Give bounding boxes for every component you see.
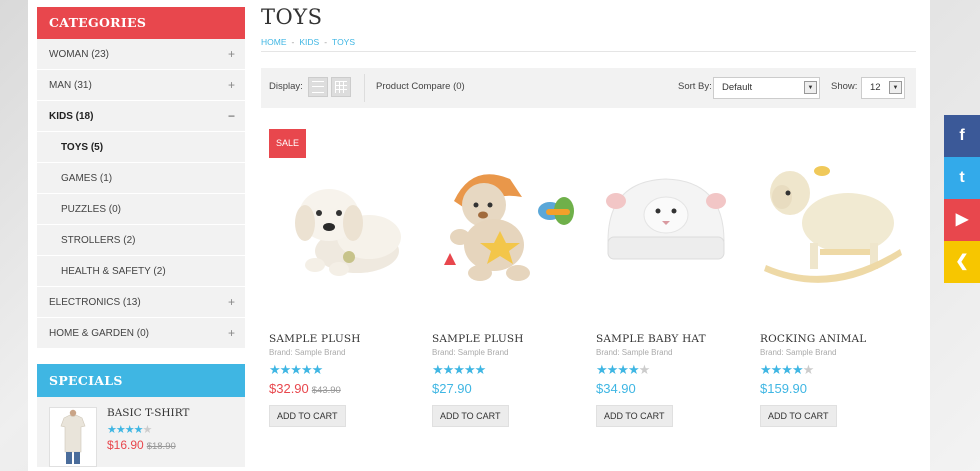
category-woman[interactable]: WOMAN (23) +: [37, 39, 245, 70]
category-label: ELECTRONICS (13): [49, 297, 141, 308]
product-compare-link[interactable]: Product Compare (0): [376, 81, 465, 92]
old-price: $43.90: [311, 385, 341, 396]
subcategory-puzzles[interactable]: PUZZLES (0): [37, 194, 245, 225]
category-kids[interactable]: KIDS (18) −: [37, 101, 245, 132]
lamb-hat-image[interactable]: [596, 153, 742, 293]
category-label: KIDS (18): [49, 111, 94, 122]
show-label: Show:: [831, 81, 858, 92]
expand-icon[interactable]: +: [228, 287, 235, 318]
rating-stars: ★★★★★: [107, 424, 152, 436]
product-name[interactable]: SAMPLE BABY HAT: [596, 333, 746, 345]
sale-badge: SALE: [269, 129, 306, 158]
teddy-image[interactable]: [432, 153, 578, 293]
categories-heading: CATEGORIES: [37, 7, 245, 39]
display-label: Display:: [269, 81, 303, 92]
divider: [364, 74, 365, 102]
tshirt-thumbnail[interactable]: [49, 407, 97, 467]
price: $159.90: [760, 381, 807, 396]
product-card: SAMPLE PLUSH Brand: Sample Brand ★★★★★ $…: [432, 153, 582, 427]
product-brand: Brand: Sample Brand: [269, 348, 346, 357]
specials-heading: SPECIALS: [37, 364, 245, 397]
facebook-icon[interactable]: f: [944, 115, 980, 157]
youtube-icon[interactable]: ▶: [944, 199, 980, 241]
twitter-icon[interactable]: t: [944, 157, 980, 199]
chevron-down-icon: ▼: [889, 81, 902, 94]
sort-value: Default: [722, 82, 753, 93]
price: $27.90: [432, 381, 472, 396]
sort-label: Sort By:: [678, 81, 712, 92]
product-brand: Brand: Sample Brand: [596, 348, 673, 357]
product-name[interactable]: SAMPLE PLUSH: [269, 333, 419, 345]
rating-stars: ★★★★★: [760, 362, 814, 377]
add-to-cart-button[interactable]: ADD TO CART: [596, 405, 673, 427]
price: $32.90: [269, 381, 309, 396]
category-label: HEALTH & SAFETY (2): [61, 266, 166, 277]
category-label: WOMAN (23): [49, 49, 109, 60]
category-label: MAN (31): [49, 80, 92, 91]
special-name[interactable]: BASIC T-SHIRT: [107, 407, 189, 419]
product-card: SAMPLE BABY HAT Brand: Sample Brand ★★★★…: [596, 153, 746, 427]
price: $34.90: [596, 381, 636, 396]
subcategory-toys[interactable]: TOYS (5): [37, 132, 245, 163]
product-brand: Brand: Sample Brand: [432, 348, 509, 357]
list-view-button[interactable]: [308, 77, 328, 97]
product-price: $34.90: [596, 381, 746, 396]
breadcrumb-toys[interactable]: TOYS: [332, 37, 355, 47]
price: $16.90: [107, 438, 144, 452]
social-bar: f t ▶ ❮: [944, 115, 980, 283]
expand-icon[interactable]: +: [228, 39, 235, 70]
sidebar: CATEGORIES WOMAN (23) + MAN (31) + KIDS (1…: [37, 7, 245, 467]
show-select[interactable]: 12 ▼: [861, 77, 905, 99]
breadcrumb-home[interactable]: HOME: [261, 37, 287, 47]
grid-icon: [335, 81, 347, 93]
product-card: SAMPLE PLUSH Brand: Sample Brand ★★★★★ $…: [269, 153, 419, 427]
product-brand: Brand: Sample Brand: [760, 348, 837, 357]
product-price: $27.90: [432, 381, 582, 396]
category-label: GAMES (1): [61, 173, 113, 184]
main-content: TOYS HOME - KIDS - TOYS Display: Product Com…: [261, 0, 916, 448]
old-price: $18.90: [146, 441, 176, 452]
rating-stars: ★★★★★: [432, 362, 486, 377]
category-label: STROLLERS (2): [61, 235, 136, 246]
expand-icon[interactable]: +: [228, 318, 235, 349]
grid-view-button[interactable]: [331, 77, 351, 97]
show-value: 12: [870, 82, 881, 93]
add-to-cart-button[interactable]: ADD TO CART: [269, 405, 346, 427]
rating-stars: ★★★★★: [596, 362, 650, 377]
sort-select[interactable]: Default ▼: [713, 77, 820, 99]
product-name[interactable]: ROCKING ANIMAL: [760, 333, 910, 345]
rating-stars: ★★★★★: [269, 362, 323, 377]
product-card: ROCKING ANIMAL Brand: Sample Brand ★★★★★…: [760, 153, 910, 427]
collapse-arrow-icon[interactable]: ❮: [944, 241, 980, 283]
product-grid: SALE SAMPLE PLUSH Brand: Sample Brand ★★…: [261, 128, 916, 448]
category-label: HOME & GARDEN (0): [49, 328, 150, 339]
category-home-garden[interactable]: HOME & GARDEN (0) +: [37, 318, 245, 349]
product-name[interactable]: SAMPLE PLUSH: [432, 333, 582, 345]
special-price: $16.90 $18.90: [107, 438, 176, 452]
product-price: $32.90 $43.90: [269, 381, 419, 396]
puppy-image[interactable]: [269, 153, 415, 293]
list-icon: [312, 81, 324, 93]
subcategory-health-safety[interactable]: HEALTH & SAFETY (2): [37, 256, 245, 287]
product-toolbar: Display: Product Compare (0) Sort By: De…: [261, 68, 916, 108]
chevron-down-icon: ▼: [804, 81, 817, 94]
page: CATEGORIES WOMAN (23) + MAN (31) + KIDS (1…: [28, 0, 930, 471]
rocking-sheep-image[interactable]: [760, 153, 906, 293]
special-item[interactable]: BASIC T-SHIRT ★★★★★ $16.90 $18.90: [37, 397, 245, 467]
collapse-icon[interactable]: −: [228, 101, 235, 132]
breadcrumb: HOME - KIDS - TOYS: [261, 32, 916, 52]
breadcrumb-kids[interactable]: KIDS: [299, 37, 319, 47]
add-to-cart-button[interactable]: ADD TO CART: [760, 405, 837, 427]
product-price: $159.90: [760, 381, 910, 396]
page-title: TOYS: [261, 5, 323, 29]
add-to-cart-button[interactable]: ADD TO CART: [432, 405, 509, 427]
category-list: WOMAN (23) + MAN (31) + KIDS (18) − TOYS (5…: [37, 39, 245, 349]
category-man[interactable]: MAN (31) +: [37, 70, 245, 101]
expand-icon[interactable]: +: [228, 70, 235, 101]
category-electronics[interactable]: ELECTRONICS (13) +: [37, 287, 245, 318]
category-label: PUZZLES (0): [61, 204, 122, 215]
subcategory-games[interactable]: GAMES (1): [37, 163, 245, 194]
category-label: TOYS (5): [61, 142, 104, 153]
subcategory-strollers[interactable]: STROLLERS (2): [37, 225, 245, 256]
